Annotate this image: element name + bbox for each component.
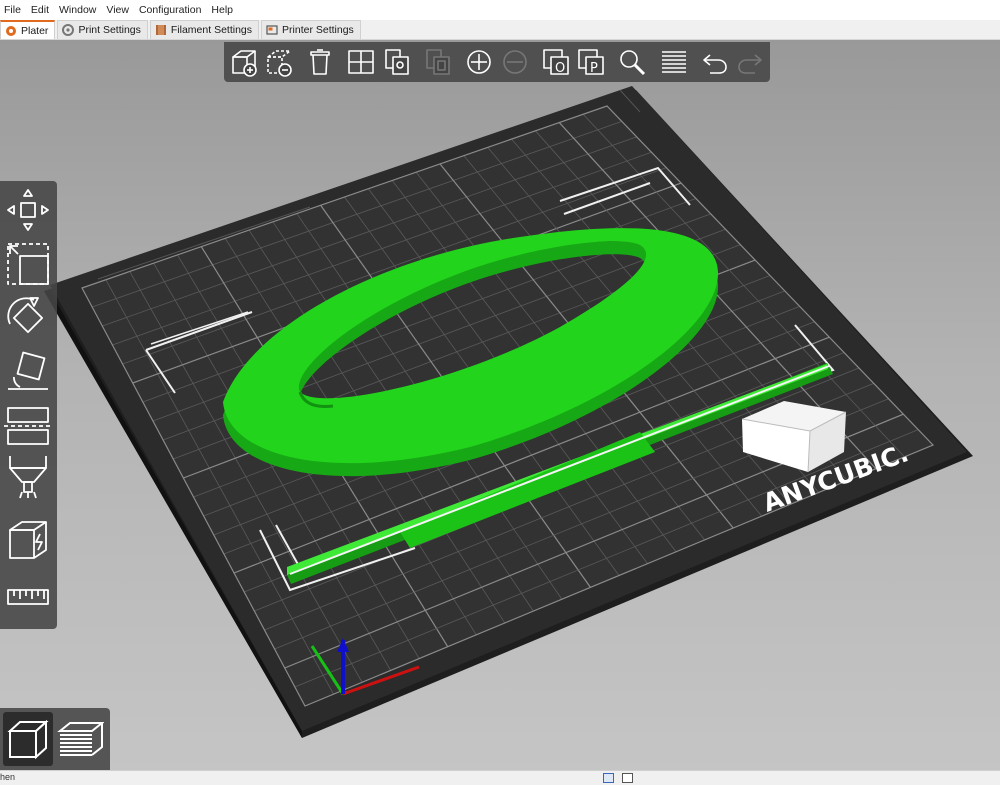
- tab-printer-settings[interactable]: Printer Settings: [261, 20, 361, 39]
- scale-icon: [7, 243, 49, 285]
- view-preview-button[interactable]: [55, 712, 105, 766]
- menu-edit[interactable]: Edit: [31, 4, 49, 16]
- tab-plater[interactable]: Plater: [0, 20, 56, 39]
- tab-print-settings-label: Print Settings: [78, 24, 141, 36]
- delete-object-button[interactable]: [263, 45, 294, 79]
- layers-editing-button[interactable]: [658, 45, 689, 79]
- view-3d-button[interactable]: [3, 712, 53, 766]
- gizmo-toolbar: [0, 181, 57, 629]
- move-tool-button[interactable]: [2, 185, 54, 235]
- filament-spool-icon: [155, 25, 166, 35]
- remove-instance-button: [499, 45, 530, 79]
- place-on-face-tool-button[interactable]: [2, 346, 54, 396]
- tab-filament-settings-label: Filament Settings: [170, 24, 253, 36]
- split-to-objects-button[interactable]: O: [540, 45, 571, 79]
- arrange-icon: [348, 50, 375, 74]
- seam-painting-icon: [9, 521, 47, 559]
- paint-supports-tool-button[interactable]: [2, 451, 54, 501]
- arrange-button[interactable]: [346, 45, 377, 79]
- search-icon: [620, 50, 646, 76]
- svg-text:O: O: [555, 61, 565, 76]
- svg-text:P: P: [590, 61, 598, 76]
- print-settings-icon: [62, 24, 75, 36]
- undo-icon: [703, 54, 727, 74]
- menu-window[interactable]: Window: [59, 4, 96, 16]
- copy-icon: [384, 49, 409, 75]
- delete-object-icon: [267, 50, 292, 77]
- menu-file[interactable]: File: [4, 4, 21, 16]
- redo-icon: [738, 54, 763, 74]
- preview-icon: [57, 722, 104, 756]
- scene-3d: ANYCUBIC.: [44, 86, 973, 738]
- cut-icon: [4, 407, 52, 445]
- rotate-icon: [7, 297, 44, 334]
- cut-tool-button[interactable]: [2, 401, 54, 451]
- 3d-view-icon: [7, 719, 49, 760]
- layers-editing-icon: [661, 51, 686, 73]
- tab-filament-settings[interactable]: Filament Settings: [149, 20, 260, 39]
- delete-all-icon: [310, 49, 331, 75]
- add-instance-button[interactable]: [464, 45, 495, 79]
- undo-button[interactable]: [699, 45, 730, 79]
- status-bar: hen: [0, 770, 1000, 785]
- add-object-button[interactable]: [228, 45, 259, 79]
- tab-bar: Plater Print Settings Filament Settings …: [0, 20, 1000, 40]
- rotate-tool-button[interactable]: [2, 293, 54, 343]
- menu-bar: File Edit Window View Configuration Help: [0, 0, 1000, 20]
- top-toolbar: OP: [224, 42, 770, 82]
- redo-button: [735, 45, 766, 79]
- add-object-icon: [231, 50, 257, 77]
- move-icon: [7, 189, 49, 231]
- printer-icon: [266, 25, 278, 35]
- list-view-button[interactable]: [603, 773, 614, 783]
- paste-button: [422, 45, 453, 79]
- 3d-viewport[interactable]: ANYCUBIC. OP: [0, 40, 1000, 770]
- paint-supports-icon: [9, 456, 47, 499]
- remove-instance-icon: [502, 50, 527, 74]
- status-text: hen: [0, 772, 16, 782]
- place-on-face-icon: [8, 351, 48, 390]
- add-instance-icon: [467, 50, 492, 74]
- search-button[interactable]: [617, 45, 648, 79]
- tab-print-settings[interactable]: Print Settings: [57, 20, 148, 39]
- view-toggle: [0, 708, 110, 770]
- delete-all-button[interactable]: [305, 45, 336, 79]
- window-button[interactable]: [622, 773, 633, 783]
- measure-tool-button[interactable]: [2, 573, 54, 623]
- measure-icon: [7, 589, 49, 605]
- tab-printer-settings-label: Printer Settings: [282, 24, 354, 36]
- paste-icon: [426, 49, 450, 75]
- menu-help[interactable]: Help: [211, 4, 233, 16]
- tab-plater-label: Plater: [21, 24, 49, 37]
- split-to-objects-icon: O: [543, 49, 569, 76]
- seam-painting-tool-button[interactable]: [2, 515, 54, 565]
- plater-icon: [6, 25, 16, 36]
- split-to-parts-icon: P: [578, 49, 604, 76]
- scale-tool-button[interactable]: [2, 239, 54, 289]
- copy-button[interactable]: [381, 45, 412, 79]
- menu-view[interactable]: View: [106, 4, 129, 16]
- split-to-parts-button[interactable]: P: [576, 45, 607, 79]
- menu-configuration[interactable]: Configuration: [139, 4, 201, 16]
